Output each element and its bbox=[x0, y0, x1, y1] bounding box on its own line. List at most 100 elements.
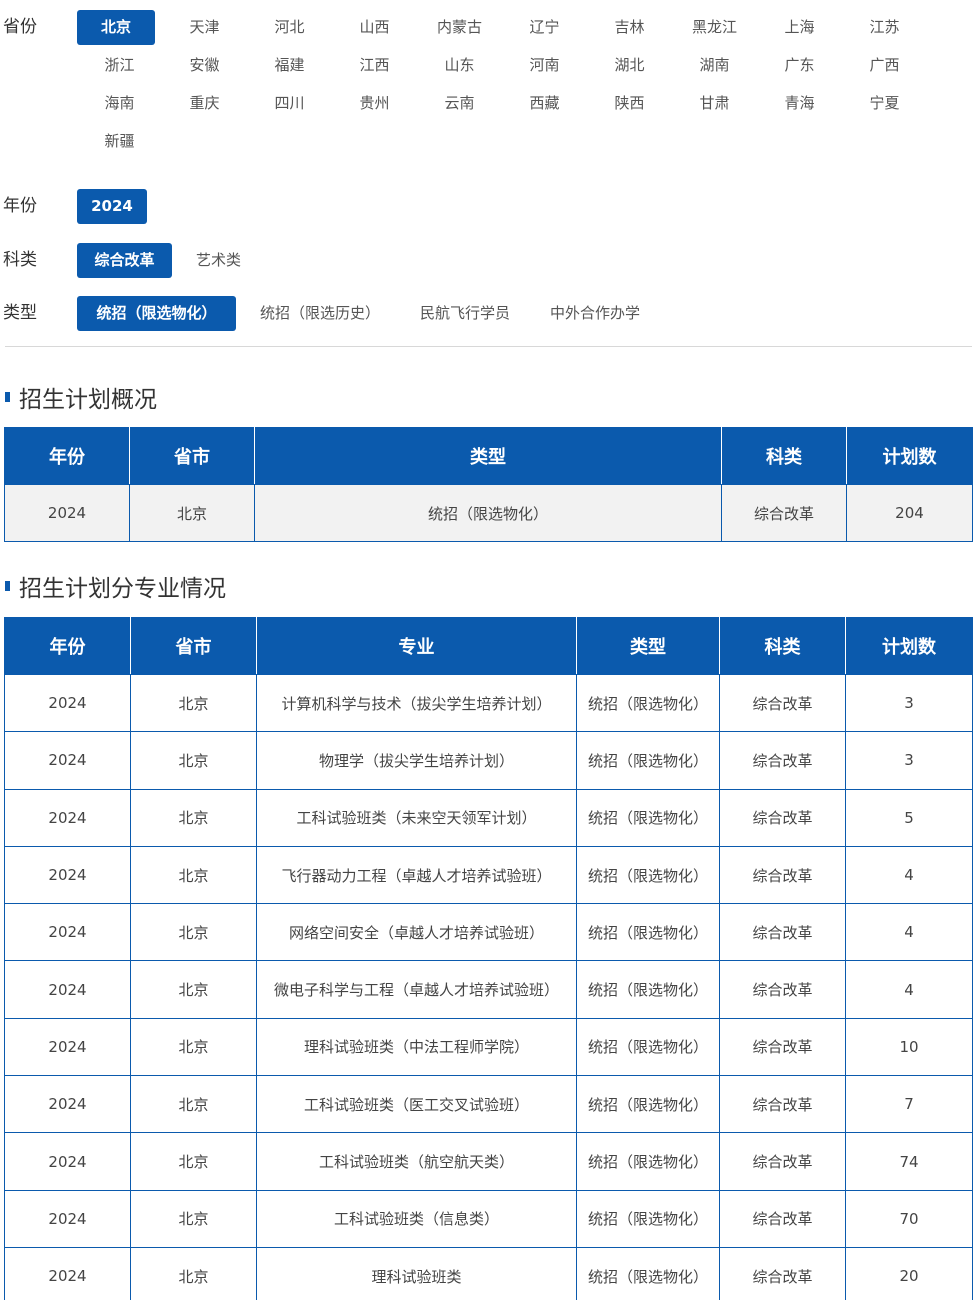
province-option[interactable]: 广西 bbox=[842, 48, 927, 83]
table-cell: 北京 bbox=[130, 1017, 257, 1077]
filter-panel: 省份 北京 天津 河北 山西 内蒙古 辽宁 吉林 黑龙江 上海 江苏浙江 安徽 福建 江西 山东 河南 湖北湖… bbox=[0, 0, 978, 331]
table-row: 2024 北京 微电子科学与工程（卓越人才培养试验班） 统招（限选物化） 综合改革 4 bbox=[4, 960, 973, 1019]
province-option[interactable]: 甘肃 bbox=[672, 86, 757, 121]
province-option[interactable]: 河南 bbox=[502, 48, 587, 83]
divider bbox=[5, 346, 972, 347]
table-cell: 北京 bbox=[130, 1132, 257, 1191]
province-option[interactable]: 山西 bbox=[332, 10, 417, 45]
province-option[interactable]: 吉林 bbox=[587, 10, 672, 45]
province-option[interactable]: 安徽 bbox=[162, 48, 247, 83]
province-option[interactable]: 湖北 bbox=[587, 48, 672, 83]
province-option[interactable]: 贵州 bbox=[332, 86, 417, 121]
table-cell: 5 bbox=[845, 788, 973, 847]
kind-filter-row: 科类 综合改革 艺术类 bbox=[0, 243, 978, 278]
province-option[interactable]: 陕西 bbox=[587, 86, 672, 121]
year-option-selected[interactable]: 2024 bbox=[77, 189, 147, 224]
overview-table: 年份 省市 类型 科类 计划数 2024 北京 统招（限选物化） 综合改革 204 bbox=[4, 427, 973, 542]
table-cell: 2024 bbox=[4, 1075, 131, 1134]
column-header: 专业 bbox=[256, 617, 577, 675]
table-row: 2024 北京 计算机科学与技术（拔尖学生培养计划） 统招（限选物化） 综合改革 3 bbox=[4, 673, 973, 733]
table-cell: 70 bbox=[845, 1189, 973, 1248]
kind-label: 科类 bbox=[3, 250, 37, 270]
column-header: 类型 bbox=[576, 617, 720, 675]
type-option[interactable]: 统招（限选历史） bbox=[260, 296, 380, 331]
kind-option-art[interactable]: 艺术类 bbox=[196, 243, 241, 278]
table-cell: 20 bbox=[845, 1246, 973, 1300]
year-filter-row: 年份 2024 bbox=[0, 189, 978, 225]
type-option[interactable]: 中外合作办学 bbox=[550, 296, 640, 331]
table-cell: 工科试验班类（未来空天领军计划） bbox=[256, 788, 577, 847]
table-cell: 统招（限选物化） bbox=[576, 1246, 720, 1300]
column-header: 省市 bbox=[130, 617, 257, 675]
majors-table: 年份 省市 专业 类型 科类 计划数 2024 北京 计算机科学与技术（拔尖学生培养计划） 统招… bbox=[4, 617, 973, 1300]
table-cell: 统招（限选物化） bbox=[576, 960, 720, 1019]
column-header: 计划数 bbox=[846, 427, 973, 485]
table-cell: 综合改革 bbox=[719, 731, 846, 790]
overview-header-row: 年份 省市 类型 科类 计划数 bbox=[4, 427, 973, 485]
column-header: 年份 bbox=[4, 427, 130, 485]
province-option[interactable]: 海南 bbox=[77, 86, 162, 121]
province-filter-row: 省份 北京 天津 河北 山西 内蒙古 辽宁 吉林 黑龙江 上海 江苏浙江 安徽 福建 江西 山东 河南 湖北湖… bbox=[0, 10, 978, 165]
province-option[interactable]: 宁夏 bbox=[842, 86, 927, 121]
kind-option-selected[interactable]: 综合改革 bbox=[77, 243, 172, 278]
table-cell: 北京 bbox=[130, 845, 257, 905]
province-option[interactable]: 云南 bbox=[417, 86, 502, 121]
table-cell: 网络空间安全（卓越人才培养试验班） bbox=[256, 903, 577, 962]
province-option[interactable]: 浙江 bbox=[77, 48, 162, 83]
table-row: 2024 北京 物理学（拔尖学生培养计划） 统招（限选物化） 综合改革 3 bbox=[4, 731, 973, 790]
table-cell: 2024 bbox=[4, 731, 131, 790]
table-cell: 工科试验班类（信息类） bbox=[256, 1189, 577, 1248]
table-cell: 统招（限选物化） bbox=[576, 1017, 720, 1077]
table-row: 2024 北京 工科试验班类（未来空天领军计划） 统招（限选物化） 综合改革 5 bbox=[4, 788, 973, 847]
table-cell: 统招（限选物化） bbox=[576, 903, 720, 962]
table-cell: 理科试验班类 bbox=[256, 1246, 577, 1300]
table-row: 2024 北京 理科试验班类（中法工程师学院） 统招（限选物化） 综合改革 10 bbox=[4, 1017, 973, 1077]
table-cell: 计算机科学与技术（拔尖学生培养计划） bbox=[256, 673, 577, 733]
province-option[interactable]: 青海 bbox=[757, 86, 842, 121]
table-cell: 2024 bbox=[4, 1189, 131, 1248]
province-option[interactable]: 湖南 bbox=[672, 48, 757, 83]
table-cell: 微电子科学与工程（卓越人才培养试验班） bbox=[256, 960, 577, 1019]
table-cell: 3 bbox=[845, 673, 973, 733]
table-cell: 2024 bbox=[4, 484, 130, 542]
province-option[interactable]: 重庆 bbox=[162, 86, 247, 121]
table-cell: 统招（限选物化） bbox=[576, 788, 720, 847]
year-label: 年份 bbox=[3, 196, 37, 216]
table-cell: 综合改革 bbox=[719, 1017, 846, 1077]
table-cell: 204 bbox=[846, 484, 973, 542]
table-cell: 综合改革 bbox=[719, 1246, 846, 1300]
province-option[interactable]: 四川 bbox=[247, 86, 332, 121]
province-option[interactable]: 上海 bbox=[757, 10, 842, 45]
province-option[interactable]: 河北 bbox=[247, 10, 332, 45]
province-option[interactable]: 辽宁 bbox=[502, 10, 587, 45]
province-option[interactable]: 山东 bbox=[417, 48, 502, 83]
table-cell: 2024 bbox=[4, 673, 131, 733]
province-option[interactable]: 内蒙古 bbox=[417, 10, 502, 45]
table-cell: 北京 bbox=[130, 1246, 257, 1300]
table-cell: 综合改革 bbox=[719, 845, 846, 905]
table-cell: 7 bbox=[845, 1075, 973, 1134]
province-label: 省份 bbox=[3, 17, 37, 37]
province-options: 北京 天津 河北 山西 内蒙古 辽宁 吉林 黑龙江 上海 江苏浙江 安徽 福建 江西 山东 河南 湖北 湖南 广东… bbox=[77, 10, 978, 162]
province-option[interactable]: 江苏 bbox=[842, 10, 927, 45]
table-cell: 4 bbox=[845, 903, 973, 962]
table-cell: 4 bbox=[845, 960, 973, 1019]
province-option[interactable]: 黑龙江 bbox=[672, 10, 757, 45]
table-cell: 北京 bbox=[130, 960, 257, 1019]
province-option[interactable]: 新疆 bbox=[77, 124, 162, 159]
table-cell: 物理学（拔尖学生培养计划） bbox=[256, 731, 577, 790]
province-option[interactable]: 西藏 bbox=[502, 86, 587, 121]
province-option[interactable]: 广东 bbox=[757, 48, 842, 83]
province-option[interactable]: 天津 bbox=[162, 10, 247, 45]
type-option[interactable]: 民航飞行学员 bbox=[420, 296, 510, 331]
table-cell: 飞行器动力工程（卓越人才培养试验班） bbox=[256, 845, 577, 905]
province-option[interactable]: 北京 bbox=[77, 10, 155, 45]
type-option-selected[interactable]: 统招（限选物化） bbox=[77, 296, 236, 331]
table-cell: 北京 bbox=[129, 484, 255, 542]
table-cell: 3 bbox=[845, 731, 973, 790]
province-option[interactable]: 江西 bbox=[332, 48, 417, 83]
table-row: 2024 北京 飞行器动力工程（卓越人才培养试验班） 统招（限选物化） 综合改革 4 bbox=[4, 845, 973, 905]
table-cell: 综合改革 bbox=[719, 1132, 846, 1191]
province-option[interactable]: 福建 bbox=[247, 48, 332, 83]
table-cell: 综合改革 bbox=[719, 960, 846, 1019]
